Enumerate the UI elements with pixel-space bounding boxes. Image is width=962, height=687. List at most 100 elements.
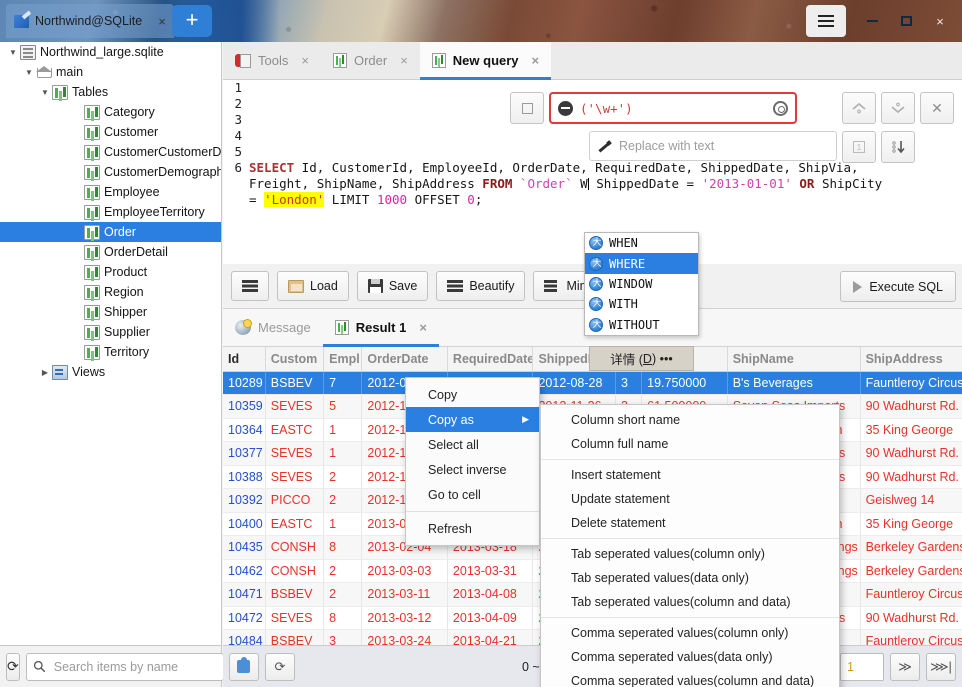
table-cell-id[interactable]: 10400 — [223, 512, 266, 536]
tree-search-input[interactable] — [51, 658, 217, 675]
column-header-shipaddress[interactable]: ShipAddress — [860, 347, 962, 372]
table-cell-employeeid[interactable]: 1 — [323, 512, 363, 536]
table-cell-customerid[interactable]: CONSH — [265, 535, 325, 560]
beautify-button[interactable]: Beautify — [436, 271, 526, 301]
tree-item-employee[interactable]: Employee — [0, 182, 221, 202]
table-cell-requireddate[interactable]: 2013-04-09 — [447, 606, 534, 630]
table-cell-id[interactable]: 10462 — [223, 559, 266, 583]
table-cell-requireddate[interactable]: 2013-04-08 — [447, 582, 534, 607]
tree-twisty-icon[interactable]: ▼ — [6, 48, 20, 57]
table-cell-customerid[interactable]: SEVES — [265, 606, 325, 630]
table-cell-shipaddress[interactable]: 90 Wadhurst Rd. — [860, 441, 962, 466]
execute-sql-button[interactable]: Execute SQL — [840, 271, 956, 302]
table-cell-shipaddress[interactable]: Fauntleroy Circus — [860, 629, 962, 645]
replace-one-button[interactable]: 1 — [842, 131, 876, 163]
table-cell-shipaddress[interactable]: 35 King George — [860, 418, 962, 442]
find-next-button[interactable] — [881, 92, 915, 124]
table-cell-id[interactable]: 10364 — [223, 418, 266, 442]
autocomplete-item-window[interactable]: WINDOW — [585, 274, 698, 294]
tree-item-northwind-large-sqlite[interactable]: ▼ Northwind_large.sqlite — [0, 42, 221, 62]
table-cell-employeeid[interactable]: 7 — [323, 371, 363, 395]
last-page-button[interactable]: ⋙| — [926, 652, 956, 681]
tree-item-views[interactable]: ▶ Views — [0, 362, 221, 382]
tree-item-tables[interactable]: ▼ Tables — [0, 82, 221, 102]
document-tab-close-icon[interactable]: × — [532, 53, 540, 68]
tree-item-shipper[interactable]: Shipper — [0, 302, 221, 322]
context-menu-item-select-inverse[interactable]: Select inverse — [406, 457, 539, 482]
context-menu-item-select-all[interactable]: Select all — [406, 432, 539, 457]
context-menu-item-go-to-cell[interactable]: Go to cell — [406, 482, 539, 507]
load-button[interactable]: Load — [277, 271, 349, 301]
table-cell-id[interactable]: 10472 — [223, 606, 266, 630]
find-expand-toggle-button[interactable] — [510, 92, 544, 124]
table-cell-customerid[interactable]: EASTC — [265, 512, 325, 536]
table-cell-id[interactable]: 10289 — [223, 371, 266, 395]
submenu-item-tab-seperated-values-data-only[interactable]: Tab seperated values(data only) — [541, 566, 839, 590]
tree-item-customer[interactable]: Customer — [0, 122, 221, 142]
window-minimize-button[interactable] — [858, 8, 886, 34]
document-tab-new-query[interactable]: New query × — [419, 42, 552, 80]
submenu-item-comma-seperated-values-column-only[interactable]: Comma seperated values(column only) — [541, 621, 839, 645]
table-cell-customerid[interactable]: BSBEV — [265, 582, 325, 607]
column-header-employeeid[interactable]: Empl — [323, 347, 363, 372]
table-cell-employeeid[interactable]: 5 — [323, 394, 363, 419]
table-cell-shipaddress[interactable]: Fauntleroy Circus — [860, 582, 962, 607]
table-cell-customerid[interactable]: SEVES — [265, 441, 325, 466]
submenu-item-insert-statement[interactable]: Insert statement — [541, 463, 839, 487]
table-cell-id[interactable]: 10435 — [223, 535, 266, 560]
editor-menu-button[interactable] — [231, 271, 269, 301]
table-cell-employeeid[interactable]: 1 — [323, 441, 363, 466]
replace-input-box[interactable]: Replace with text — [589, 131, 837, 161]
table-cell-customerid[interactable]: EASTC — [265, 418, 325, 442]
copy-as-submenu[interactable]: Column short name Column full name Insert … — [540, 404, 840, 687]
tree-item-customerdemographic[interactable]: CustomerDemographic — [0, 162, 221, 182]
submenu-item-comma-seperated-values-column-and-data[interactable]: Comma seperated values(column and data) — [541, 669, 839, 687]
table-cell-id[interactable]: 10377 — [223, 441, 266, 466]
table-cell-shipname[interactable]: B's Beverages — [727, 371, 861, 395]
tree-twisty-icon[interactable]: ▶ — [38, 368, 52, 377]
table-cell-shipvia[interactable]: 3 — [615, 371, 643, 395]
find-input-box[interactable]: ('\w+') — [549, 92, 797, 124]
table-cell-shipaddress[interactable]: Berkeley Gardens 12 — [860, 535, 962, 560]
result-tab-message[interactable]: Message — [223, 309, 323, 346]
table-row[interactable]: 10289BSBEV72012-08-262012-09-232012-08-2… — [223, 371, 962, 395]
table-cell-shipaddress[interactable]: 35 King George — [860, 512, 962, 536]
tree-search-box[interactable] — [25, 652, 224, 681]
refresh-tree-button[interactable]: ⟳ — [6, 652, 20, 681]
table-cell-employeeid[interactable]: 2 — [323, 465, 363, 489]
table-cell-requireddate[interactable]: 2013-03-31 — [447, 559, 534, 583]
table-cell-orderdate[interactable]: 2013-03-11 — [361, 582, 448, 607]
tree-item-territory[interactable]: Territory — [0, 342, 221, 362]
context-menu-item-refresh[interactable]: Refresh — [406, 516, 539, 541]
column-header-requireddate[interactable]: RequiredDate — [447, 347, 534, 372]
tree-item-region[interactable]: Region — [0, 282, 221, 302]
replace-all-button[interactable] — [881, 131, 915, 163]
table-cell-shipaddress[interactable]: Fauntleroy Circus — [860, 371, 962, 395]
window-tab-northwind[interactable]: Northwind@SQLite × — [6, 4, 174, 38]
tree-item-product[interactable]: Product — [0, 262, 221, 282]
new-tab-button[interactable]: + — [172, 5, 212, 37]
autocomplete-item-when[interactable]: WHEN — [585, 233, 698, 253]
table-cell-customerid[interactable]: PICCO — [265, 488, 325, 513]
tree-item-employeeterritory[interactable]: EmployeeTerritory — [0, 202, 221, 222]
table-cell-customerid[interactable]: CONSH — [265, 559, 325, 583]
window-maximize-button[interactable] — [892, 8, 920, 34]
table-cell-id[interactable]: 10471 — [223, 582, 266, 607]
tree-item-customercustomerdemo[interactable]: CustomerCustomerDemo — [0, 142, 221, 162]
document-tab-close-icon[interactable]: × — [301, 53, 309, 68]
grid-context-menu[interactable]: Copy Copy as ▶ Select all Select inverse Go t… — [405, 377, 540, 546]
autocomplete-popup[interactable]: WHEN WHERE WINDOW WITH WITHOUT — [584, 232, 699, 336]
submenu-item-tab-seperated-values-column-and-data[interactable]: Tab seperated values(column and data) — [541, 590, 839, 614]
table-cell-shipaddress[interactable]: 90 Wadhurst Rd. — [860, 394, 962, 419]
column-header-customerid[interactable]: Custom — [265, 347, 325, 372]
table-cell-orderdate[interactable]: 2013-03-24 — [361, 629, 448, 645]
submenu-item-comma-seperated-values-data-only[interactable]: Comma seperated values(data only) — [541, 645, 839, 669]
tree-item-main[interactable]: ▼ main — [0, 62, 221, 82]
table-cell-employeeid[interactable]: 8 — [323, 606, 363, 630]
table-cell-id[interactable]: 10388 — [223, 465, 266, 489]
gear-icon[interactable] — [773, 100, 788, 116]
table-cell-requireddate[interactable]: 2013-04-21 — [447, 629, 534, 645]
submenu-item-tab-seperated-values-column-only[interactable]: Tab seperated values(column only) — [541, 542, 839, 566]
next-page-button[interactable]: ≫ — [890, 652, 920, 681]
page-number-input[interactable]: 1 — [840, 652, 884, 681]
